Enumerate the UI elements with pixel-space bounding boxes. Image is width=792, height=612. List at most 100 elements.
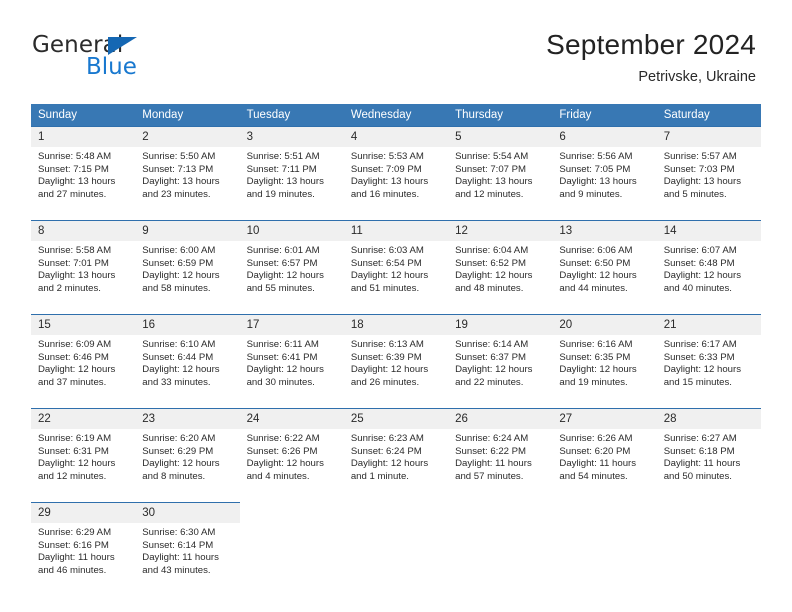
week-spacer-cell (31, 212, 136, 220)
week-spacer-cell (135, 494, 240, 502)
calendar-cell (657, 502, 761, 594)
day-details: Sunrise: 6:01 AM Sunset: 6:57 PM Daylight:… (240, 241, 344, 295)
day-cell[interactable]: 7 Sunrise: 5:57 AM Sunset: 7:03 PM Daylight… (656, 126, 761, 212)
calendar-week-row: 22 Sunrise: 6:19 AM Sunset: 6:31 PM Dayligh… (31, 408, 761, 494)
day-details: Sunrise: 6:27 AM Sunset: 6:18 PM Daylight:… (657, 429, 761, 483)
day-cell[interactable]: 19 Sunrise: 6:14 AM Sunset: 6:37 PM Dayligh… (448, 314, 553, 400)
sunrise-text: Sunrise: 5:54 AM (455, 151, 529, 162)
calendar-page: General Blue September 2024 Petrivske, U… (0, 0, 792, 612)
day-number: 7 (656, 127, 761, 147)
daylight-text-line2: and 55 minutes. (246, 282, 315, 294)
brand-logo[interactable]: General Blue (32, 34, 252, 82)
daylight-text-line2: and 46 minutes. (38, 564, 107, 576)
daylight-text-line2: and 2 minutes. (38, 282, 101, 294)
day-cell[interactable]: 21 Sunrise: 6:17 AM Sunset: 6:33 PM Dayligh… (656, 314, 761, 400)
daylight-text-line2: and 16 minutes. (350, 188, 420, 200)
day-cell[interactable]: 15 Sunrise: 6:09 AM Sunset: 6:46 PM Dayligh… (31, 314, 136, 400)
calendar-cell: 12 Sunrise: 6:04 AM Sunset: 6:52 PM Dayligh… (448, 220, 553, 306)
day-details: Sunrise: 6:29 AM Sunset: 6:16 PM Daylight:… (31, 523, 135, 577)
daylight-text-line1: Daylight: 12 hours (663, 364, 742, 376)
weekday-header-friday: Friday (552, 104, 657, 126)
day-cell[interactable]: 28 Sunrise: 6:27 AM Sunset: 6:18 PM Dayligh… (656, 408, 761, 494)
day-cell[interactable]: 22 Sunrise: 6:19 AM Sunset: 6:31 PM Dayligh… (31, 408, 136, 494)
sunrise-text: Sunrise: 6:23 AM (350, 433, 424, 444)
week-spacer-cell (239, 494, 344, 502)
calendar-cell: 27 Sunrise: 6:26 AM Sunset: 6:20 PM Dayligh… (552, 408, 657, 494)
day-cell[interactable]: 16 Sunrise: 6:10 AM Sunset: 6:44 PM Dayligh… (135, 314, 240, 400)
week-spacer-cell (343, 400, 449, 408)
calendar-cell (240, 502, 344, 594)
weekday-header-tuesday: Tuesday (239, 104, 344, 126)
day-details: Sunrise: 5:53 AM Sunset: 7:09 PM Daylight:… (344, 147, 448, 201)
daylight-text-line2: and 12 minutes. (38, 470, 107, 482)
day-cell[interactable]: 24 Sunrise: 6:22 AM Sunset: 6:26 PM Dayligh… (239, 408, 344, 494)
week-spacer (31, 494, 761, 502)
day-cell[interactable]: 13 Sunrise: 6:06 AM Sunset: 6:50 PM Dayligh… (552, 220, 657, 306)
day-number: 4 (343, 127, 449, 147)
day-cell[interactable]: 1 Sunrise: 5:48 AM Sunset: 7:15 PM Daylight… (31, 126, 136, 212)
daylight-text-line1: Daylight: 13 hours (455, 176, 533, 188)
week-spacer (31, 212, 761, 220)
day-cell[interactable]: 23 Sunrise: 6:20 AM Sunset: 6:29 PM Dayligh… (135, 408, 240, 494)
week-spacer-cell (239, 400, 344, 408)
day-details: Sunrise: 6:00 AM Sunset: 6:59 PM Daylight:… (135, 241, 239, 295)
sunset-text: Sunset: 6:14 PM (142, 539, 214, 551)
daylight-text-line1: Daylight: 12 hours (246, 364, 324, 376)
sunrise-text: Sunrise: 6:03 AM (350, 245, 424, 256)
calendar-cell: 30 Sunrise: 6:30 AM Sunset: 6:14 PM Dayligh… (135, 502, 240, 594)
daylight-text-line2: and 43 minutes. (142, 564, 211, 576)
daylight-text-line2: and 27 minutes. (38, 188, 107, 200)
daylight-text-line1: Daylight: 13 hours (246, 176, 324, 188)
day-cell[interactable]: 20 Sunrise: 6:16 AM Sunset: 6:35 PM Dayligh… (552, 314, 657, 400)
day-number: 25 (343, 409, 449, 429)
day-number: 30 (135, 503, 240, 523)
sunset-text: Sunset: 7:09 PM (350, 163, 422, 175)
sunrise-text: Sunrise: 6:09 AM (38, 339, 112, 350)
day-cell[interactable]: 9 Sunrise: 6:00 AM Sunset: 6:59 PM Daylight… (135, 220, 240, 306)
week-spacer-cell (552, 306, 657, 314)
sunset-text: Sunset: 6:29 PM (142, 445, 214, 457)
daylight-text-line1: Daylight: 12 hours (142, 270, 220, 282)
daylight-text-line1: Daylight: 11 hours (559, 458, 637, 470)
day-cell[interactable]: 2 Sunrise: 5:50 AM Sunset: 7:13 PM Daylight… (135, 126, 240, 212)
week-spacer-cell (448, 400, 553, 408)
week-spacer-cell (656, 400, 761, 408)
daylight-text-line1: Daylight: 11 hours (455, 458, 532, 470)
day-number: 10 (239, 221, 344, 241)
day-number (552, 502, 656, 522)
day-cell[interactable]: 12 Sunrise: 6:04 AM Sunset: 6:52 PM Dayligh… (448, 220, 553, 306)
day-cell[interactable]: 10 Sunrise: 6:01 AM Sunset: 6:57 PM Dayligh… (239, 220, 344, 306)
calendar-cell: 24 Sunrise: 6:22 AM Sunset: 6:26 PM Dayligh… (239, 408, 344, 494)
day-cell[interactable]: 30 Sunrise: 6:30 AM Sunset: 6:14 PM Dayligh… (135, 502, 240, 594)
sunset-text: Sunset: 6:44 PM (142, 351, 214, 363)
sunrise-text: Sunrise: 6:11 AM (246, 339, 319, 350)
week-spacer-cell (552, 494, 657, 502)
sunset-text: Sunset: 7:05 PM (559, 163, 631, 175)
calendar-cell: 2 Sunrise: 5:50 AM Sunset: 7:13 PM Daylight… (135, 126, 240, 212)
day-cell[interactable]: 25 Sunrise: 6:23 AM Sunset: 6:24 PM Dayligh… (343, 408, 449, 494)
sunset-text: Sunset: 6:33 PM (663, 351, 735, 363)
sunset-text: Sunset: 7:07 PM (455, 163, 527, 175)
daylight-text-line1: Daylight: 12 hours (559, 364, 637, 376)
week-spacer-cell (135, 306, 240, 314)
day-cell[interactable]: 17 Sunrise: 6:11 AM Sunset: 6:41 PM Dayligh… (239, 314, 344, 400)
sunrise-text: Sunrise: 5:53 AM (350, 151, 424, 162)
day-cell[interactable]: 14 Sunrise: 6:07 AM Sunset: 6:48 PM Dayligh… (656, 220, 761, 306)
day-cell[interactable]: 3 Sunrise: 5:51 AM Sunset: 7:11 PM Daylight… (239, 126, 344, 212)
day-cell[interactable]: 8 Sunrise: 5:58 AM Sunset: 7:01 PM Daylight… (31, 220, 136, 306)
calendar-cell: 6 Sunrise: 5:56 AM Sunset: 7:05 PM Daylight… (552, 126, 657, 212)
day-cell[interactable]: 27 Sunrise: 6:26 AM Sunset: 6:20 PM Dayligh… (552, 408, 657, 494)
calendar-cell: 17 Sunrise: 6:11 AM Sunset: 6:41 PM Dayligh… (239, 314, 344, 400)
day-cell[interactable]: 29 Sunrise: 6:29 AM Sunset: 6:16 PM Dayligh… (31, 502, 136, 594)
day-cell[interactable]: 26 Sunrise: 6:24 AM Sunset: 6:22 PM Dayligh… (448, 408, 553, 494)
day-cell[interactable]: 11 Sunrise: 6:03 AM Sunset: 6:54 PM Dayligh… (343, 220, 449, 306)
day-cell[interactable]: 18 Sunrise: 6:13 AM Sunset: 6:39 PM Dayligh… (343, 314, 449, 400)
day-details: Sunrise: 6:11 AM Sunset: 6:41 PM Daylight:… (240, 335, 344, 389)
calendar-week-row: 1 Sunrise: 5:48 AM Sunset: 7:15 PM Daylight… (31, 126, 761, 212)
day-cell[interactable]: 5 Sunrise: 5:54 AM Sunset: 7:07 PM Daylight… (448, 126, 553, 212)
day-cell[interactable]: 6 Sunrise: 5:56 AM Sunset: 7:05 PM Daylight… (552, 126, 657, 212)
calendar-cell: 10 Sunrise: 6:01 AM Sunset: 6:57 PM Dayligh… (239, 220, 344, 306)
sunset-text: Sunset: 7:13 PM (142, 163, 214, 175)
day-details: Sunrise: 6:06 AM Sunset: 6:50 PM Daylight:… (552, 241, 656, 295)
day-cell[interactable]: 4 Sunrise: 5:53 AM Sunset: 7:09 PM Daylight… (343, 126, 449, 212)
